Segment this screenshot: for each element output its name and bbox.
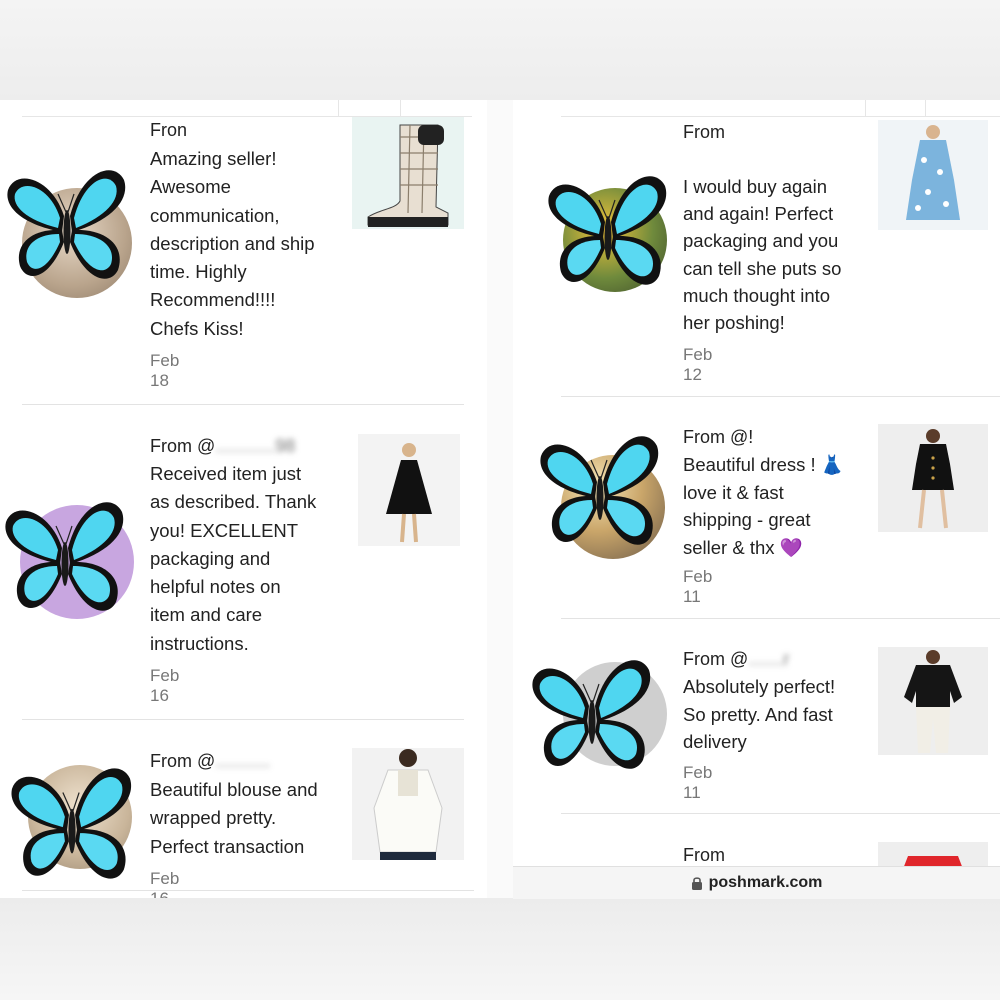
review-text: I would buy again and again! Perfect packa… (683, 176, 842, 334)
top-background-band (0, 0, 1000, 100)
review-text: Beautiful blouse and wrapped pretty. Perfe… (150, 779, 318, 857)
review-text: Amazing seller! Awesome communication, desc… (150, 148, 315, 339)
black-top-icon (904, 650, 962, 753)
reviews-panel-right[interactable]: From I would buy again and again! Perfect… (513, 100, 1000, 898)
butterfly-icon (6, 169, 126, 280)
tick (400, 100, 401, 116)
divider (22, 890, 474, 891)
lock-icon (691, 877, 702, 890)
url-bar[interactable]: poshmark.com (513, 866, 1000, 899)
reviews-panel-left[interactable]: Fron Amazing seller! Awesome communication… (0, 100, 487, 898)
divider (561, 618, 1000, 619)
butterfly-icon (10, 767, 132, 880)
item-thumbnail[interactable] (878, 120, 988, 230)
top-divider (22, 100, 472, 117)
review-date: Feb 16 (150, 869, 180, 898)
butterfly-icon (539, 435, 659, 546)
review-text: Absolutely perfect! So pretty. And fast de… (683, 676, 836, 752)
review-text: Received item just as described. Thank you… (150, 463, 317, 654)
review-from[interactable]: From (683, 122, 725, 143)
review-date: Feb 11 (683, 763, 713, 802)
review-date: Feb 12 (683, 345, 713, 384)
review-from[interactable]: From (683, 845, 725, 866)
review-from[interactable]: From @! (683, 427, 753, 448)
butterfly-icon (531, 659, 651, 770)
review-date: Feb 16 (150, 666, 180, 705)
review-from[interactable]: Fron (150, 120, 187, 141)
review-date: Feb 18 (150, 351, 180, 390)
item-thumbnail[interactable] (352, 748, 464, 860)
url-domain: poshmark.com (708, 874, 823, 891)
item-thumbnail[interactable] (878, 647, 988, 755)
review-from[interactable]: From @........... (150, 751, 270, 772)
review-from[interactable]: From @............98 (150, 436, 295, 457)
review-text: Beautiful dress ! 👗 love it & fast shippin… (683, 454, 844, 558)
item-thumbnail[interactable] (358, 434, 460, 546)
white-blouse-icon (373, 749, 443, 860)
item-thumbnail[interactable] (878, 424, 988, 532)
review-date: Feb 11 (683, 567, 713, 606)
tick (925, 100, 926, 116)
black-dress-icon (386, 443, 432, 543)
divider (561, 813, 1000, 814)
divider (22, 404, 464, 405)
butterfly-icon (4, 501, 124, 612)
divider (22, 719, 464, 720)
black-mini-dress-icon (912, 429, 954, 529)
bottom-background-band (0, 898, 1000, 1000)
floral-dress-icon (906, 125, 960, 220)
divider (561, 396, 1000, 397)
tick (865, 100, 866, 116)
rain-boot-icon (367, 124, 449, 227)
item-thumbnail[interactable] (352, 117, 464, 229)
top-divider (561, 100, 1000, 117)
review-from[interactable]: From @.......r (683, 649, 789, 670)
tick (338, 100, 339, 116)
butterfly-icon (547, 175, 667, 286)
